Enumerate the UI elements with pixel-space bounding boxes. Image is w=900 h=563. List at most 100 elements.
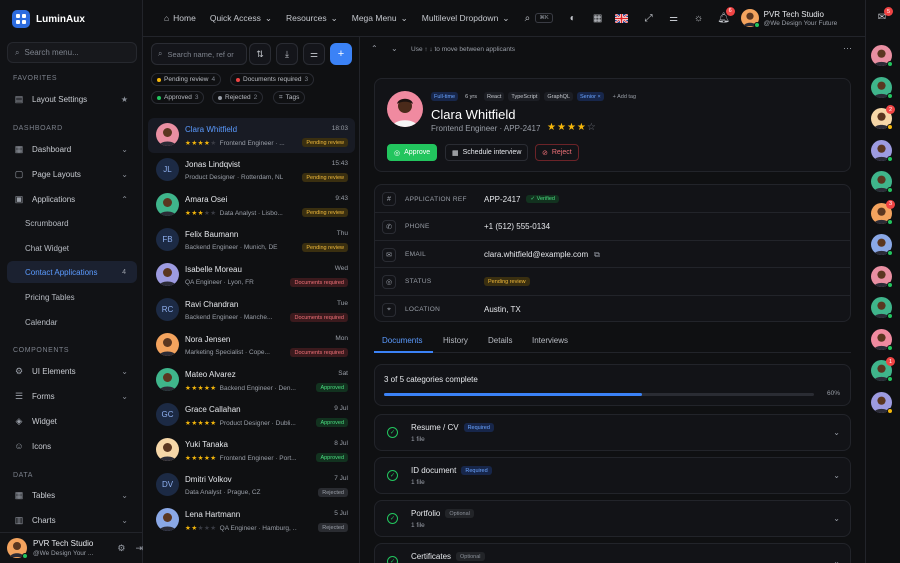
star-filled-icon[interactable]: ★ [567, 122, 577, 133]
applicant-row[interactable]: Isabelle Moreau Wed QA Engineer · Lyon, FR… [148, 258, 355, 293]
filter-chip-documents-required[interactable]: Documents required 3 [230, 73, 315, 86]
contact-avatar[interactable] [871, 76, 893, 99]
contact-avatar[interactable] [871, 328, 893, 351]
star-filled-icon[interactable]: ★ [557, 122, 567, 133]
tab-documents[interactable]: Documents [382, 336, 422, 345]
close-icon[interactable]: × [597, 94, 600, 100]
sidebar-search-input[interactable]: ⌕ Search menu... [7, 42, 137, 63]
tab-interviews[interactable]: Interviews [532, 336, 568, 345]
filter-chip-rejected[interactable]: Rejected 2 [212, 91, 264, 104]
applicant-row[interactable]: GC Grace Callahan 9 Jul ★★★★★ Product Design… [148, 398, 355, 433]
user-avatar[interactable] [740, 9, 760, 28]
contact-avatar[interactable] [871, 265, 893, 288]
applicant-row[interactable]: JL Jonas Lindqvist 15:43 Product Designer ·… [148, 153, 355, 188]
sidebar-item-forms[interactable]: ☰ Forms ⌄ [7, 385, 137, 407]
contact-avatar[interactable] [871, 45, 893, 67]
applicant-row[interactable]: Amara Osei 9:43 ★★★★★ Data Analyst · Lisbo.… [148, 188, 355, 223]
document-category[interactable]: ✓ Portfolio Optional 1 file ⌄ [374, 500, 851, 537]
contact-avatar[interactable] [871, 171, 893, 193]
sidebar-item-charts[interactable]: ▥ Charts ⌄ [7, 509, 137, 531]
filter-chip-tags[interactable]: ⌗ Tags [273, 91, 306, 104]
sun-icon[interactable]: ☼ [691, 13, 707, 24]
contact-avatar[interactable] [871, 391, 893, 414]
document-category[interactable]: ✓ Certificates Optional ⌄ [374, 543, 851, 563]
add-applicant-button[interactable]: + [330, 43, 352, 65]
contact-avatar[interactable]: 2 [871, 105, 895, 130]
document-category[interactable]: ✓ Resume / CV Required 1 file ⌄ [374, 414, 851, 451]
download-button[interactable]: ⤓ [276, 43, 298, 65]
tag-seniority[interactable]: Senior × [577, 92, 604, 101]
applicant-search-input[interactable]: ⌕ Search name, ref or role [151, 43, 247, 65]
search-icon[interactable]: ⌕ [519, 13, 535, 24]
app-logo[interactable]: LuminAux [12, 10, 85, 28]
applicant-row[interactable]: Mateo Alvarez Sat ★★★★★ Backend Engineer · … [148, 363, 355, 398]
sidebar-item-calendar[interactable]: Calendar [7, 311, 137, 333]
nav-resources[interactable]: Resources ⌄ [286, 13, 338, 24]
approve-button[interactable]: ◎ Approve [387, 144, 438, 161]
sidebar-item-tables[interactable]: ▦ Tables ⌄ [7, 484, 137, 506]
document-category[interactable]: ✓ ID document Required 1 file ⌄ [374, 457, 851, 494]
sidebar-item-layout-settings[interactable]: ▤ Layout Settings ★ [7, 88, 137, 110]
chevron-down-icon[interactable]: ⌄ [833, 557, 840, 563]
applicant-row[interactable]: DV Dmitri Volkov 7 Jul Data Analyst · Pragu… [148, 468, 355, 503]
applicant-row[interactable]: FB Felix Baumann Thu Backend Engineer · Mun… [148, 223, 355, 258]
sidebar-item-scrumboard[interactable]: Scrumboard [7, 212, 137, 234]
contact-avatar[interactable] [871, 297, 893, 319]
avatar[interactable] [7, 538, 28, 559]
contact-avatar[interactable] [871, 139, 893, 162]
star-filled-icon[interactable]: ★ [577, 122, 587, 133]
applicant-row[interactable]: Clara Whitfield 18:03 ★★★★★ Frontend Engine… [148, 118, 355, 153]
contact-avatar[interactable]: 3 [871, 199, 895, 225]
sliders-icon[interactable]: ⚌ [666, 13, 682, 24]
chevron-down-icon[interactable]: ⌄ [833, 428, 840, 437]
next-applicant-button[interactable]: ⌄ [391, 44, 398, 53]
notification-bell-icon[interactable]: 🔔︎ 6 [716, 6, 735, 24]
nav-mega-menu[interactable]: Mega Menu ⌄ [352, 13, 408, 24]
sidebar-item-ui-elements[interactable]: ⚙ UI Elements ⌄ [7, 360, 137, 382]
prev-applicant-button[interactable]: ⌃ [371, 44, 378, 53]
add-tag-button[interactable]: + Add tag [613, 94, 636, 100]
filter-chip-approved[interactable]: Approved 3 [151, 91, 205, 104]
contact-avatar[interactable]: 1 [871, 357, 895, 382]
logout-icon[interactable]: ⇥ [135, 543, 143, 554]
favorite-star-icon[interactable]: ★ [121, 95, 128, 104]
user-menu[interactable]: PVR Tech Studio @We Design Your Future [764, 10, 838, 27]
tab-details[interactable]: Details [488, 336, 512, 345]
palette-icon[interactable]: ◐ [565, 13, 581, 24]
reject-button[interactable]: ⊘ Reject [535, 144, 579, 161]
tab-history[interactable]: History [443, 336, 468, 345]
field-value[interactable]: +1 (512) 555-0134 [484, 222, 550, 231]
chevron-down-icon[interactable]: ⌄ [833, 514, 840, 523]
uk-flag-icon[interactable] [614, 13, 628, 23]
chevron-down-icon[interactable]: ⌄ [833, 471, 840, 480]
contact-avatar[interactable] [871, 234, 893, 256]
applicant-row[interactable]: RC Ravi Chandran Tue Backend Engineer · Man… [148, 293, 355, 328]
sort-button[interactable]: ⇅ [249, 43, 271, 65]
filter-button[interactable]: ⚌ [303, 43, 325, 65]
fullscreen-icon[interactable]: ⤢ [641, 13, 657, 24]
sidebar-item-dashboard[interactable]: ▦ Dashboard ⌄ [7, 138, 137, 160]
more-options-icon[interactable]: ⋯ [843, 43, 852, 54]
settings-icon[interactable]: ⚙ [117, 543, 125, 554]
apps-grid-icon[interactable]: ▦ [590, 13, 606, 24]
schedule-interview-button[interactable]: ▦ Schedule interview [445, 144, 529, 161]
field-value[interactable]: clara.whitfield@example.com [484, 250, 588, 259]
nav-quick-access[interactable]: Quick Access ⌄ [210, 13, 272, 24]
sidebar-item-pricing-tables[interactable]: Pricing Tables [7, 286, 137, 308]
applicant-rating[interactable]: ★★★★☆ [547, 122, 597, 133]
sidebar-item-applications[interactable]: ▣ Applications ⌃ [7, 188, 137, 210]
applicant-row[interactable]: Nora Jensen Mon Marketing Specialist · Cop… [148, 328, 355, 363]
nav-home[interactable]: ⌂ Home [164, 13, 196, 23]
applicant-row[interactable]: Yuki Tanaka 8 Jul ★★★★★ Frontend Engineer ·… [148, 433, 355, 468]
sidebar-item-chat-widget[interactable]: Chat Widget [7, 237, 137, 259]
star-filled-icon[interactable]: ★ [547, 122, 557, 133]
sidebar-item-icons[interactable]: ☺ Icons [7, 435, 137, 457]
sidebar-item-contact-applications[interactable]: Contact Applications 4 [7, 261, 137, 283]
nav-multilevel-dropdown[interactable]: Multilevel Dropdown ⌄ [422, 13, 510, 24]
applicant-row[interactable]: Lena Hartmann 5 Jul ★★★★★ QA Engineer · Ham… [148, 503, 355, 538]
copy-icon[interactable]: ⧉ [594, 250, 600, 260]
sidebar-item-widget[interactable]: ◈ Widget [7, 410, 137, 432]
star-empty-icon[interactable]: ☆ [587, 122, 597, 133]
sidebar-item-page-layouts[interactable]: ▢ Page Layouts ⌄ [7, 163, 137, 185]
filter-chip-pending-review[interactable]: Pending review 4 [151, 73, 222, 86]
